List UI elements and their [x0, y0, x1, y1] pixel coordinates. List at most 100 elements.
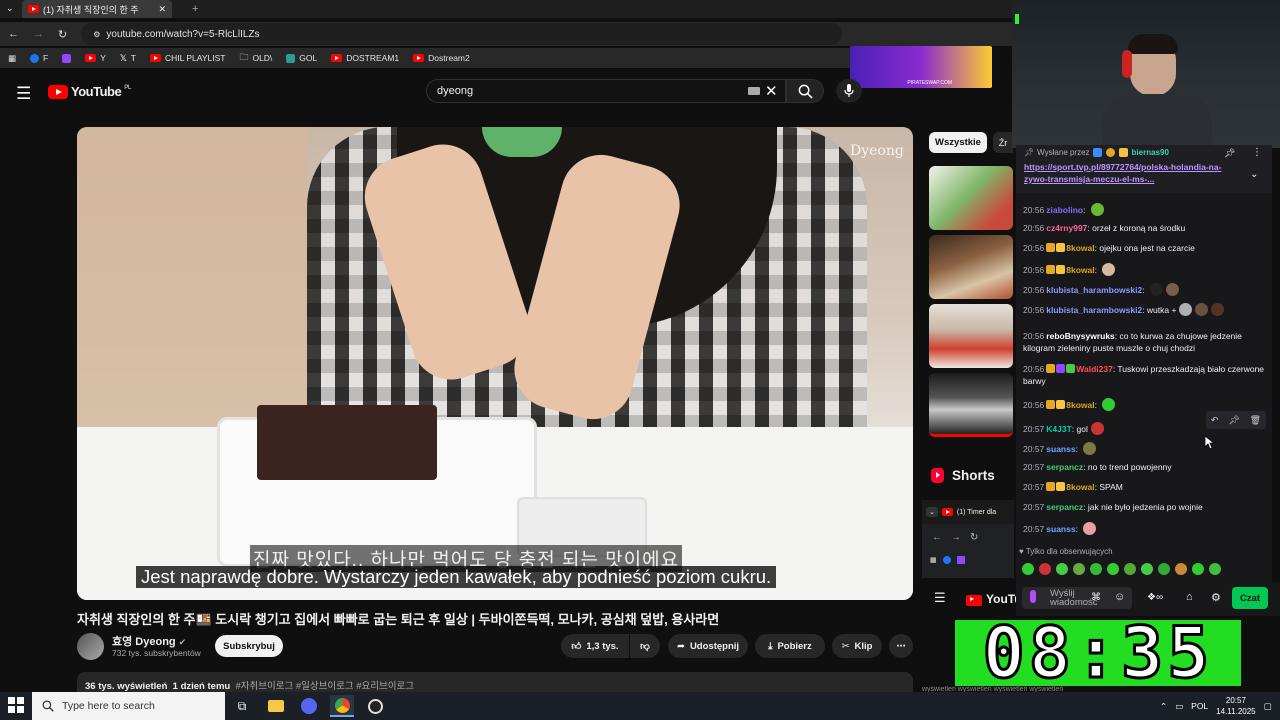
bookmark-dostream2[interactable]: Dostream2 — [413, 53, 470, 63]
clip-button[interactable]: ✂ Klip — [832, 634, 882, 658]
search-button[interactable] — [786, 79, 824, 103]
command-icon[interactable]: ⌘ — [1091, 592, 1101, 603]
nested-tab-list-icon[interactable]: ⌄ — [926, 507, 938, 517]
chat-message[interactable]: 20:56 Waldi237: Tuskowi przeszkadzają bia… — [1023, 364, 1268, 387]
channel-name[interactable]: 효영 Dyeong ✔ — [112, 633, 186, 649]
emote-icon[interactable] — [1022, 563, 1034, 575]
language-indicator[interactable]: POL — [1191, 701, 1208, 711]
nested-reload-icon[interactable]: ↻ — [970, 532, 978, 543]
recommended-thumbnail-3[interactable] — [929, 304, 1013, 368]
chat-username[interactable]: suanss — [1046, 524, 1075, 534]
unpin-icon[interactable]: 📌︎ — [1224, 148, 1235, 159]
chrome-icon[interactable] — [330, 695, 354, 717]
hashtags[interactable]: #자취브이로그 #일상브이로그 #요리브이로그 — [235, 681, 413, 692]
forward-arrow-icon[interactable]: → — [33, 28, 44, 40]
youtube-logo[interactable]: YouTube PL — [48, 84, 131, 99]
pinned-by-user[interactable]: biernas90 — [1132, 148, 1169, 157]
recommended-thumbnail-2[interactable] — [929, 235, 1013, 299]
obs-icon[interactable] — [363, 695, 387, 717]
chat-username[interactable]: klubista_harambowski2 — [1046, 285, 1142, 295]
chat-send-button[interactable]: Czat — [1232, 587, 1268, 609]
nested-back-icon[interactable]: ← — [932, 532, 942, 543]
pinned-link[interactable]: https://sport.tvp.pl/89772764/polska-hol… — [1024, 161, 1244, 185]
chat-username[interactable]: 8kowal — [1066, 243, 1094, 253]
emote-icon[interactable] — [1107, 563, 1119, 575]
bookmark-gol[interactable]: GOL — [286, 53, 317, 63]
notifications-icon[interactable]: ▢ — [1264, 701, 1272, 712]
taskbar-search-input[interactable]: Type here to search — [32, 692, 225, 720]
voice-search-button[interactable] — [836, 79, 862, 103]
chat-username[interactable]: reboBnysywruks — [1046, 331, 1115, 341]
browser-tab-active[interactable]: (1) 자취생 직장인의 한 주 ✕ — [22, 0, 172, 18]
chat-message[interactable]: 20:56 reboBnysywruks: co to kurwa za chuj… — [1023, 331, 1268, 354]
chat-username[interactable]: suanss — [1046, 444, 1075, 454]
chat-message[interactable]: 20:56 8kowal: ojejku ona jest na czarcie — [1023, 243, 1268, 255]
chat-username[interactable]: serpancz — [1046, 502, 1083, 512]
network-icon[interactable]: ▭ — [1175, 701, 1183, 712]
discord-icon[interactable] — [297, 695, 321, 717]
microphone-icon[interactable] — [1030, 590, 1036, 603]
chat-username[interactable]: Waldi237 — [1076, 364, 1113, 374]
search-input[interactable]: dyeong — [426, 79, 786, 103]
settings-gear-icon[interactable]: ⚙ — [1211, 591, 1221, 604]
close-tab-icon[interactable]: ✕ — [158, 4, 166, 15]
address-bar[interactable]: ⚙ youtube.com/watch?v=5-RlcLlILZs — [81, 23, 842, 45]
emote-icon[interactable] — [1192, 563, 1204, 575]
ad-banner[interactable]: PIRATESWAP.COM — [850, 46, 992, 88]
chat-message[interactable]: 20:56 8kowal: — [1023, 398, 1268, 412]
emote-icon[interactable] — [1209, 563, 1221, 575]
bookmark-chil-playlist[interactable]: CHIL PLAYLIST — [149, 53, 225, 63]
emote-icon[interactable] — [1158, 563, 1170, 575]
emote-icon[interactable] — [1175, 563, 1187, 575]
store-icon[interactable]: ⌂ — [1186, 591, 1193, 603]
start-button[interactable] — [8, 697, 24, 713]
clock[interactable]: 20:57 14.11.2025 — [1216, 695, 1255, 717]
hamburger-menu-icon[interactable]: ☰ — [16, 84, 31, 104]
chat-username[interactable]: K4J3T — [1046, 424, 1072, 434]
delete-icon[interactable]: 🗑︎ — [1250, 415, 1261, 426]
bits-icon[interactable]: ❖∞ — [1147, 592, 1163, 603]
emoji-icon[interactable]: ☺ — [1114, 591, 1125, 603]
apps-grid-icon[interactable]: ▦ — [930, 556, 937, 564]
chat-message[interactable]: 20:57 8kowal: SPAM — [1023, 482, 1268, 494]
chip-source[interactable]: Źr — [993, 132, 1013, 153]
bookmark-youtube[interactable]: Y — [85, 53, 106, 63]
chat-message[interactable]: 20:56 cz4rny997: orzeł z koroną na środku — [1023, 223, 1268, 235]
apps-grid-icon[interactable]: ▦ — [8, 53, 16, 64]
pin-message-icon[interactable]: 📌︎ — [1228, 415, 1239, 426]
emote-icon[interactable] — [1039, 563, 1051, 575]
reply-icon[interactable]: ↶ — [1211, 415, 1219, 426]
bookmark-facebook[interactable]: F — [30, 53, 48, 63]
emote-icon[interactable] — [1056, 563, 1068, 575]
emote-icon[interactable] — [1141, 563, 1153, 575]
chat-message[interactable]: 20:57 suanss: — [1023, 442, 1268, 456]
chat-username[interactable]: 8kowal — [1066, 400, 1094, 410]
chat-username[interactable]: serpancz — [1046, 462, 1083, 472]
chat-message[interactable]: 20:56 klubista_harambowski2: — [1023, 283, 1268, 297]
task-view-icon[interactable]: ⧉ — [230, 695, 254, 717]
chat-message[interactable]: 20:57 suanss: — [1023, 522, 1268, 536]
recommended-thumbnail-1[interactable] — [929, 166, 1013, 230]
chip-all[interactable]: Wszystkie — [929, 132, 987, 153]
expand-chevron-icon[interactable]: ⌄ — [1250, 169, 1258, 180]
bookmark-dostream1[interactable]: DOSTREAM1 — [331, 53, 399, 63]
like-button[interactable]: 👍︎ 1,3 tys. — [561, 634, 629, 658]
more-actions-button[interactable]: ⋯ — [889, 634, 913, 658]
chat-username[interactable]: 8kowal — [1066, 265, 1094, 275]
back-arrow-icon[interactable]: ← — [8, 28, 19, 40]
emote-icon[interactable] — [1073, 563, 1085, 575]
reload-icon[interactable]: ↻ — [58, 28, 67, 41]
chat-username[interactable]: ziabolino — [1046, 205, 1083, 215]
chat-username[interactable]: klubista_harambowski2 — [1046, 305, 1142, 315]
dislike-button[interactable]: 👎︎ — [630, 634, 660, 658]
download-button[interactable]: ⤓ Pobierz — [755, 634, 825, 658]
bookmark-x[interactable]: 𝕏T — [120, 53, 136, 64]
chat-message[interactable]: 20:56 ziabolino: — [1023, 203, 1268, 217]
keyboard-icon[interactable] — [748, 87, 760, 95]
bookmark-twitch[interactable] — [62, 53, 72, 63]
site-info-icon[interactable]: ⚙ — [93, 30, 100, 39]
bookmark-folder-old[interactable]: 🗀 OLD\ — [239, 50, 272, 66]
tab-list-button[interactable]: ⌄ — [6, 3, 14, 14]
nested-menu-icon[interactable]: ☰ — [934, 590, 946, 606]
pinned-more-icon[interactable]: ⋮ — [1252, 147, 1262, 158]
